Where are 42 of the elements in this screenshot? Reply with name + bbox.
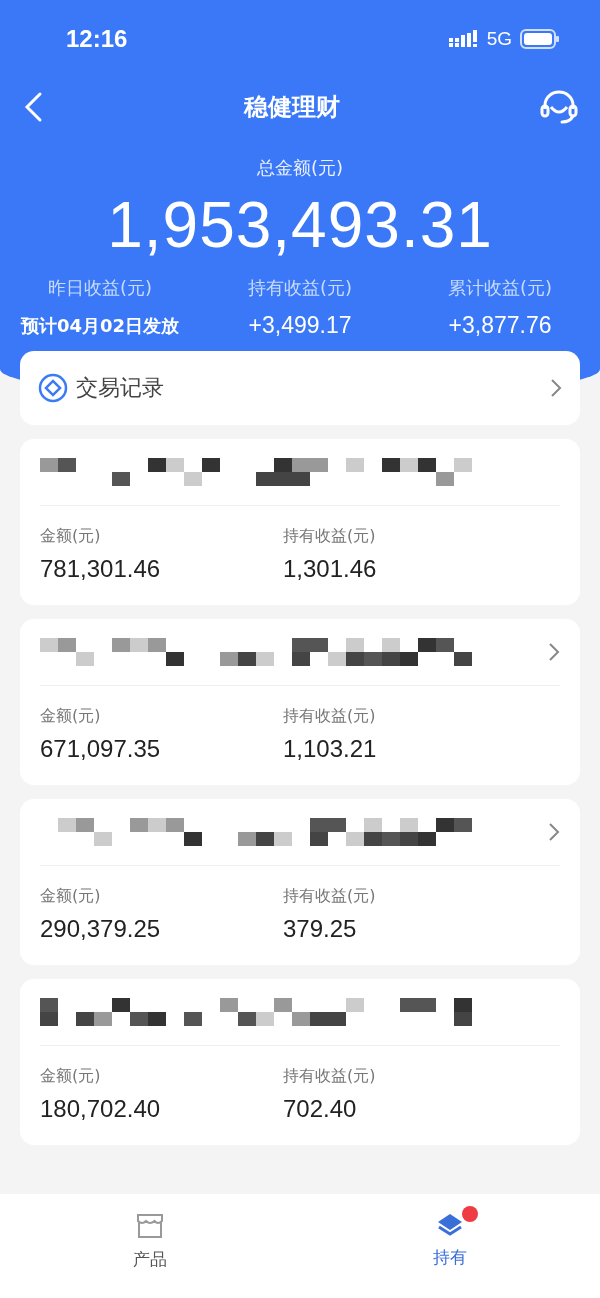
status-time: 12:16 xyxy=(66,25,128,53)
records-link[interactable]: 交易记录 xyxy=(20,351,580,425)
network-label: 5G xyxy=(486,28,512,50)
amount-value: 671,097.35 xyxy=(40,735,162,763)
holding-card[interactable]: 金额(元) 持有收益(元) 180,702.40 702.40 xyxy=(20,979,580,1145)
layers-icon xyxy=(436,1212,464,1238)
page-title: 稳健理财 xyxy=(244,92,340,123)
tab[interactable]: 产品 xyxy=(115,1194,185,1275)
holding-card[interactable]: 金额(元) 持有收益(元) 781,301.46 1,301.46 xyxy=(20,439,580,605)
income-label: 持有收益(元) xyxy=(283,526,377,547)
amount-value: 290,379.25 xyxy=(40,915,162,943)
income-value: 379.25 xyxy=(283,915,358,943)
back-button[interactable] xyxy=(22,91,44,123)
stat-label: 累计收益(元) xyxy=(447,276,552,300)
holding-card[interactable]: 金额(元) 持有收益(元) 290,379.25 379.25 xyxy=(20,799,580,965)
store-icon xyxy=(135,1212,165,1240)
amount-label: 金额(元) xyxy=(40,1066,102,1087)
holding-card[interactable]: 金额(元) 持有收益(元) 671,097.35 1,103.21 xyxy=(20,619,580,785)
stat-value: +3,499.17 xyxy=(248,312,352,339)
headset-icon[interactable] xyxy=(540,89,578,125)
stat-value: 预计04月02日发放 xyxy=(20,314,180,338)
stat-value: +3,877.76 xyxy=(448,312,552,339)
income-value: 1,103.21 xyxy=(283,735,378,763)
income-value: 702.40 xyxy=(283,1095,358,1123)
signal-icon xyxy=(448,30,479,48)
amount-value: 180,702.40 xyxy=(40,1095,162,1123)
total-label: 总金额(元) xyxy=(255,156,344,180)
chevron-icon xyxy=(550,378,562,398)
battery-icon xyxy=(520,29,560,49)
total-amount: 1,953,493.31 xyxy=(106,188,494,262)
diamond-circle-icon xyxy=(38,373,68,403)
income-value: 1,301.46 xyxy=(283,555,378,583)
tab[interactable]: 持有 xyxy=(415,1194,485,1273)
stat-label: 昨日收益(元) xyxy=(47,276,152,300)
income-label: 持有收益(元) xyxy=(283,886,377,907)
amount-value: 781,301.46 xyxy=(40,555,162,583)
amount-label: 金额(元) xyxy=(40,526,102,547)
income-label: 持有收益(元) xyxy=(283,1066,377,1087)
amount-label: 金额(元) xyxy=(40,706,102,727)
stat-label: 持有收益(元) xyxy=(247,276,352,300)
income-label: 持有收益(元) xyxy=(283,706,377,727)
amount-label: 金额(元) xyxy=(40,886,102,907)
